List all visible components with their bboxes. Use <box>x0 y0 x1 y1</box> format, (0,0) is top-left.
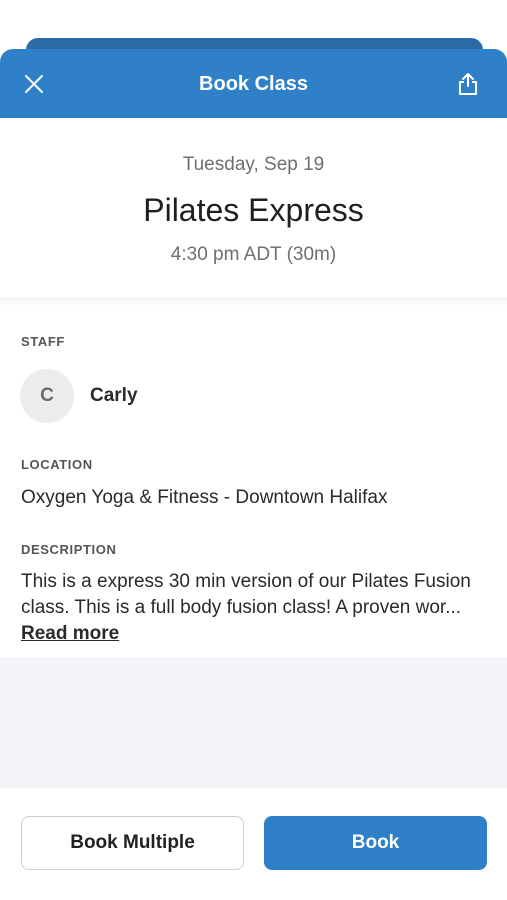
staff-name: Carly <box>90 385 138 406</box>
class-name: Pilates Express <box>143 192 364 228</box>
description-text: This is a express 30 min version of our … <box>21 569 491 621</box>
book-button[interactable]: Book <box>264 816 487 870</box>
description-label: DESCRIPTION <box>21 542 117 557</box>
location-value: Oxygen Yoga & Fitness - Downtown Halifax <box>21 487 388 508</box>
header-bar: Book Class <box>0 49 507 118</box>
empty-area <box>0 657 507 788</box>
location-label: LOCATION <box>21 457 93 472</box>
footer-actions: Book Multiple Book <box>0 788 507 900</box>
class-time: 4:30 pm ADT (30m) <box>170 244 337 265</box>
share-button[interactable] <box>451 67 485 101</box>
read-more-link[interactable]: Read more <box>21 623 119 645</box>
share-icon <box>459 73 477 95</box>
class-date: Tuesday, Sep 19 <box>182 154 325 175</box>
class-summary: Tuesday, Sep 19 Pilates Express 4:30 pm … <box>0 118 507 298</box>
divider <box>0 298 507 306</box>
description-line: class. This is a full body fusion class!… <box>21 597 462 618</box>
staff-label: STAFF <box>21 334 65 349</box>
avatar: C <box>20 369 74 423</box>
header-title: Book Class <box>199 73 308 95</box>
staff-row: C Carly <box>20 368 138 424</box>
book-multiple-button[interactable]: Book Multiple <box>21 816 244 870</box>
description-line: This is a express 30 min version of our … <box>21 571 471 592</box>
